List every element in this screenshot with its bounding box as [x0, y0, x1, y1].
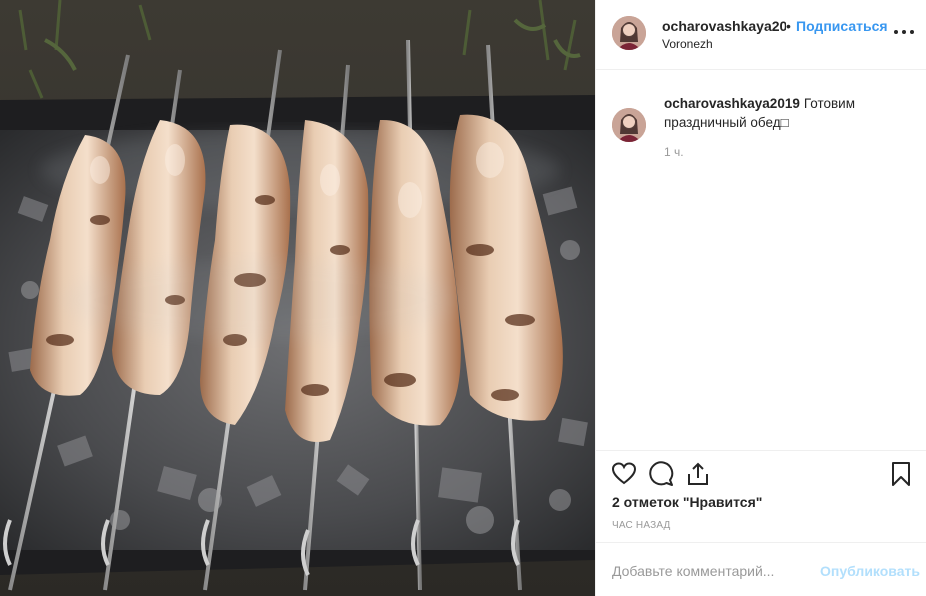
instagram-post: ocharovashkaya201 • Подписаться Voronezh	[0, 0, 926, 596]
post-photo[interactable]	[0, 0, 595, 596]
caption-timestamp: 1 ч.	[664, 145, 684, 159]
comment-input[interactable]	[612, 561, 812, 581]
avatar[interactable]	[612, 16, 646, 50]
more-options-icon[interactable]	[894, 24, 914, 38]
post-side-panel: ocharovashkaya201 • Подписаться Voronezh	[595, 0, 926, 596]
publish-button[interactable]: Опубликовать	[820, 563, 920, 579]
post-header: ocharovashkaya201 • Подписаться Voronezh	[596, 0, 926, 70]
posted-time[interactable]: час назад	[612, 520, 671, 531]
separator-dot: •	[786, 18, 791, 34]
heart-outline-icon[interactable]	[611, 461, 637, 487]
caption-username[interactable]: ocharovashkaya2019	[664, 96, 800, 111]
post-location[interactable]: Voronezh	[662, 37, 713, 51]
grilled-skewers-image	[0, 0, 595, 596]
header-username[interactable]: ocharovashkaya201	[662, 18, 786, 34]
share-arrow-icon[interactable]	[685, 461, 711, 487]
speech-bubble-icon[interactable]	[648, 461, 674, 487]
caption-avatar[interactable]	[612, 108, 646, 142]
caption-section: ocharovashkaya2019 Готовим праздничный об…	[596, 70, 926, 450]
follow-button[interactable]: Подписаться	[796, 18, 888, 34]
bookmark-icon[interactable]	[888, 461, 914, 487]
profile-photo-icon	[612, 108, 646, 142]
profile-photo-icon	[612, 16, 646, 50]
comment-form: Опубликовать	[596, 542, 926, 596]
likes-count[interactable]: 2 отметок "Нравится"	[612, 494, 762, 510]
post-actions: 2 отметок "Нравится" час назад	[596, 450, 926, 542]
caption-text: ocharovashkaya2019 Готовим праздничный об…	[664, 94, 914, 132]
